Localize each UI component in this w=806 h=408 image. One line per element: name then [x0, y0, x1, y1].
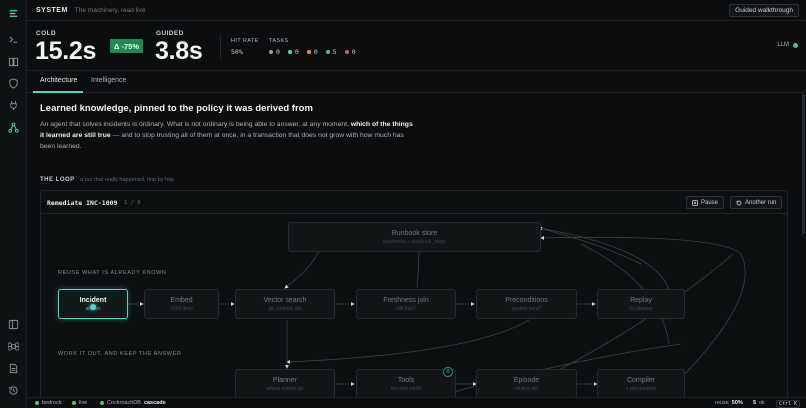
tools-badge: 0: [443, 367, 453, 377]
step-counter: 1 / 8: [124, 200, 141, 206]
tab-bar: Architecture Intelligence: [27, 71, 806, 93]
run-title: Remediate INC-1009: [47, 199, 118, 207]
reuse-stat: reuse 50%: [715, 400, 743, 406]
headline: Learned knowledge, pinned to the policy …: [40, 103, 313, 114]
cold-label: COLD: [36, 30, 57, 37]
section-title: SYSTEM: [36, 6, 68, 14]
active-pulse: [90, 304, 96, 310]
llm-label: LLM: [777, 42, 789, 48]
pause-icon: [692, 199, 698, 206]
command-icon[interactable]: [7, 340, 20, 353]
graph-icon[interactable]: [7, 121, 20, 134]
plug-icon[interactable]: [7, 99, 20, 112]
node-planner[interactable]: Planner where tokens go: [235, 369, 335, 399]
loop-panel: Remediate INC-1009 1 / 8 Pause Another r…: [40, 190, 788, 408]
guided-value: 3.8s: [155, 37, 203, 65]
tab-architecture[interactable]: Architecture: [40, 77, 77, 84]
section-subtitle: The machinery, read live: [74, 6, 146, 14]
document-icon[interactable]: [7, 362, 20, 375]
loop-subtitle: a run that really happened, hop by hop: [80, 177, 175, 183]
intro-paragraph: An agent that solves incidents is ordina…: [40, 121, 413, 150]
delta-badge: Δ -75%: [110, 39, 143, 53]
loop-panel-header: Remediate INC-1009 1 / 8 Pause Another r…: [41, 191, 787, 214]
bedrock-status: bedrock: [35, 400, 62, 406]
tab-intelligence[interactable]: Intelligence: [91, 77, 126, 84]
node-preconditions[interactable]: Preconditions applies here?: [476, 289, 577, 319]
status-dot: [72, 401, 76, 405]
loop-label: THE LOOP: [40, 177, 75, 183]
node-vector-search[interactable]: Vector search pb_embed_idx: [235, 289, 335, 319]
task-counters: 0 0 0 5 0: [269, 48, 356, 56]
node-incident[interactable]: Incident arrives: [58, 289, 128, 319]
pause-button[interactable]: Pause: [686, 196, 725, 209]
ok-stat: 5 ok: [753, 400, 765, 406]
db-status: CockroachDB cascade: [100, 400, 166, 406]
llm-status: LLM: [777, 42, 798, 48]
work-section-label: WORK IT OUT, AND KEEP THE ANSWER: [58, 351, 182, 357]
cold-value: 15.2s: [35, 37, 97, 65]
refresh-icon: [736, 200, 742, 205]
hit-rate-label: HIT RATE: [231, 38, 259, 44]
status-dot: [287, 50, 292, 54]
guided-label: GUIDED: [156, 30, 184, 37]
command-shortcut[interactable]: Ctrl K: [776, 400, 801, 408]
node-compiler[interactable]: Compiler + provenance: [597, 369, 685, 399]
task-counter: 5: [325, 48, 337, 56]
llm-status-dot: [793, 42, 798, 48]
hit-rate-value: 50%: [231, 48, 243, 56]
book-icon[interactable]: [7, 55, 20, 68]
reuse-section-label: REUSE WHAT IS ALREADY KNOWN: [58, 270, 167, 276]
loop-graph: REUSE WHAT IS ALREADY KNOWN WORK IT OUT,…: [41, 214, 789, 408]
node-freshness-join[interactable]: Freshness join still true?: [356, 289, 456, 319]
divider: [220, 35, 221, 59]
status-dot: [344, 50, 349, 54]
status-bar: bedrock live CockroachDB cascade reuse 50%…: [27, 397, 806, 408]
task-counter: 0: [306, 48, 318, 56]
left-rail: [0, 0, 27, 408]
terminal-icon[interactable]: [7, 33, 20, 46]
node-runbook-store[interactable]: Runbook store playbooks + playbook_steps: [288, 222, 541, 252]
task-counter: 0: [287, 48, 299, 56]
shield-icon[interactable]: [7, 77, 20, 90]
live-status: live: [72, 400, 87, 406]
node-embed[interactable]: Embed 1024 dims: [144, 289, 219, 319]
node-replay[interactable]: Replay no planner: [597, 289, 685, 319]
active-tab-indicator: [33, 91, 83, 93]
status-dot: [306, 50, 311, 54]
status-dot: [325, 50, 330, 54]
scrollbar[interactable]: [802, 94, 805, 234]
panel-icon[interactable]: [7, 318, 20, 331]
status-dot: [100, 401, 104, 405]
task-counter: 0: [269, 48, 280, 56]
stats-strip: COLD 15.2s Δ -75% GUIDED 3.8s HIT RATE 5…: [27, 21, 806, 71]
app-logo-icon[interactable]: [7, 7, 20, 20]
task-counter: 0: [344, 48, 356, 56]
tasks-label: TASKS: [269, 38, 289, 44]
top-bar: SYSTEM The machinery, read live Guided w…: [27, 0, 806, 21]
status-dot: [269, 50, 273, 54]
another-run-button[interactable]: Another run: [730, 196, 783, 209]
node-episode[interactable]: Episode what it did: [476, 369, 577, 399]
node-tools[interactable]: Tools the real world 0: [356, 367, 456, 399]
status-dot: [35, 401, 39, 405]
history-icon[interactable]: [7, 384, 20, 397]
guided-walkthrough-button[interactable]: Guided walkthrough: [729, 4, 799, 17]
